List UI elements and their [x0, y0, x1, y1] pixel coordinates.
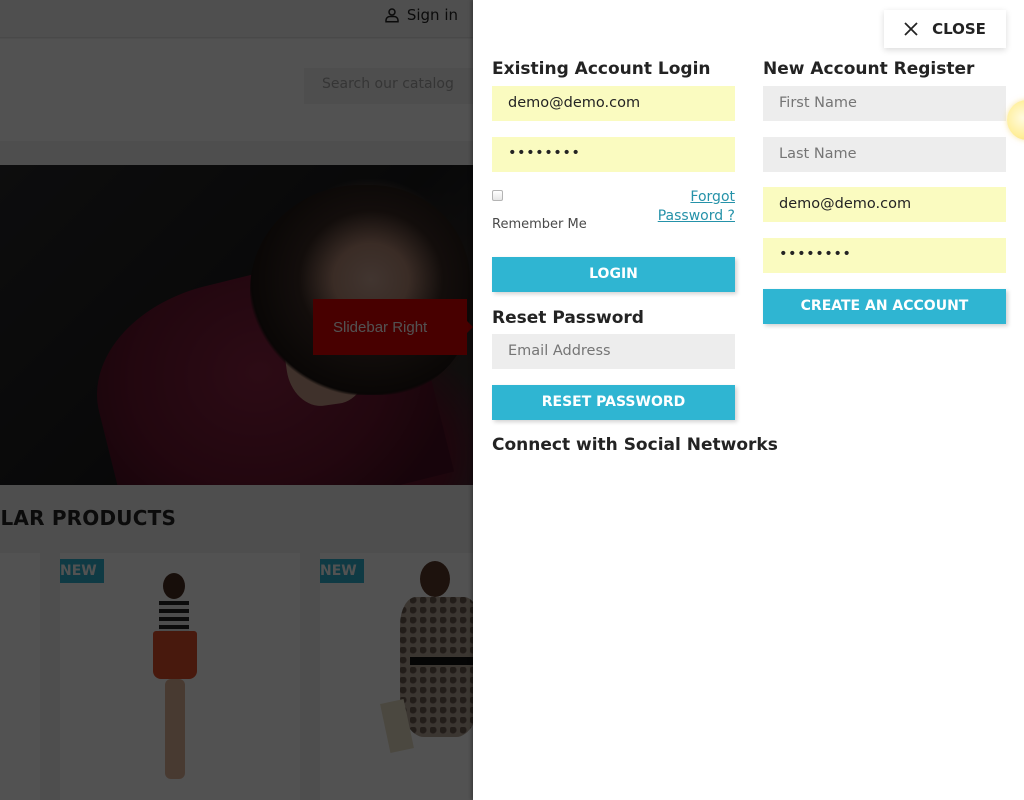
reset-email-input[interactable]	[492, 334, 735, 369]
login-email-input[interactable]	[492, 86, 735, 121]
forgot-line-1: Forgot	[690, 189, 735, 205]
login-heading: Existing Account Login	[492, 59, 711, 79]
remember-me-label: Remember Me	[492, 217, 587, 232]
first-name-input[interactable]	[763, 86, 1006, 121]
close-icon	[904, 22, 918, 36]
login-button[interactable]: LOGIN	[492, 257, 735, 292]
create-account-button[interactable]: CREATE AN ACCOUNT	[763, 289, 1006, 324]
login-column: Existing Account Login •••••••• Remember…	[492, 58, 778, 458]
register-email-input[interactable]	[763, 187, 1006, 222]
register-heading: New Account Register	[763, 59, 975, 79]
login-password-input[interactable]: ••••••••	[492, 137, 735, 172]
register-password-input[interactable]: ••••••••	[763, 238, 1006, 273]
close-button[interactable]: CLOSE	[884, 10, 1006, 48]
register-column: New Account Register •••••••• CREATE AN …	[763, 58, 1006, 338]
forgot-line-2: Password ?	[657, 208, 735, 224]
remember-me-checkbox[interactable]	[492, 190, 503, 201]
social-heading: Connect with Social Networks	[492, 435, 778, 455]
forgot-password-link[interactable]: Forgot Password ?	[658, 188, 735, 226]
reset-password-button[interactable]: RESET PASSWORD	[492, 385, 735, 420]
dim-overlay[interactable]	[0, 0, 473, 800]
close-label: CLOSE	[932, 20, 986, 38]
last-name-input[interactable]	[763, 137, 1006, 172]
reset-heading: Reset Password	[492, 308, 644, 328]
